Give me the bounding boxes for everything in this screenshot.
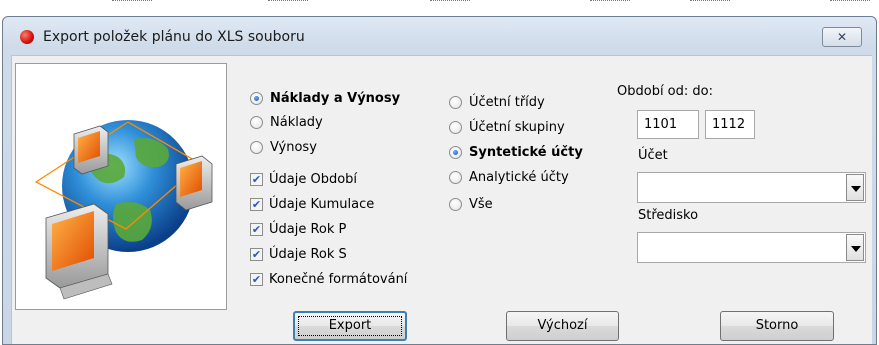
radio-label: Výnosy (270, 139, 317, 155)
checkbox[interactable]: ✔ (250, 197, 263, 211)
checkbox-label: Údaje Období (269, 171, 358, 187)
radio-ucetni-skupiny[interactable]: Účetní skupiny (449, 117, 565, 137)
checkbox-udaje-kumulace[interactable]: ✔ Údaje Kumulace (250, 194, 374, 214)
dialog-client-area: Náklady a Výnosy Náklady Výnosy ✔ Údaje … (11, 55, 872, 344)
window-title: Export položek plánu do XLS souboru (43, 29, 305, 45)
period-from-input[interactable]: 1101 (637, 110, 699, 139)
cancel-button-label: Storno (755, 318, 799, 333)
checkbox[interactable]: ✔ (250, 222, 263, 236)
checkbox-udaje-obdobi[interactable]: ✔ Údaje Období (250, 169, 357, 189)
network-globe-icon (34, 120, 213, 300)
radio-button[interactable] (250, 140, 263, 154)
radio-button[interactable] (449, 145, 462, 159)
radio-naklady[interactable]: Náklady (250, 112, 323, 132)
radio-label: Účetní třídy (469, 94, 545, 110)
center-label: Středisko (638, 208, 699, 223)
period-to-input[interactable]: 1112 (705, 110, 755, 139)
center-combo[interactable] (637, 232, 866, 263)
radio-label: Účetní skupiny (469, 119, 565, 135)
radio-label: Analytické účty (469, 169, 569, 185)
radio-label: Syntetické účty (469, 144, 583, 160)
account-combo[interactable] (637, 172, 866, 203)
radio-label: Náklady (270, 114, 323, 130)
radio-button[interactable] (449, 95, 462, 109)
default-button-label: Výchozí (537, 318, 588, 333)
export-button[interactable]: Export (293, 311, 407, 341)
radio-label: Náklady a Výnosy (270, 90, 401, 106)
radio-button[interactable] (449, 120, 462, 134)
chevron-down-icon[interactable] (846, 234, 864, 261)
checkbox-udaje-rok-p[interactable]: ✔ Údaje Rok P (250, 219, 346, 239)
radio-label: Vše (469, 196, 493, 212)
radio-ucetni-tridy[interactable]: Účetní třídy (449, 92, 545, 112)
checkbox[interactable]: ✔ (250, 172, 263, 186)
radio-naklady-a-vynosy[interactable]: Náklady a Výnosy (250, 88, 400, 108)
checkbox-label: Údaje Rok P (269, 221, 347, 237)
close-button[interactable]: ✕ (822, 27, 862, 47)
checkbox-label: Údaje Rok S (269, 246, 347, 262)
radio-button[interactable] (449, 170, 462, 184)
network-globe-picture (15, 63, 227, 310)
export-button-label: Export (328, 318, 372, 333)
title-bar: Export položek plánu do XLS souboru ✕ (3, 17, 876, 53)
cancel-button[interactable]: Storno (720, 311, 834, 341)
radio-vse[interactable]: Vše (449, 194, 493, 214)
radio-button[interactable] (250, 91, 263, 105)
checkbox[interactable]: ✔ (250, 272, 263, 286)
checkbox-konecne-formatovani[interactable]: ✔ Konečné formátování (250, 269, 407, 289)
account-label: Účet (638, 148, 668, 163)
checkbox-label: Údaje Kumulace (269, 196, 375, 212)
export-dialog: Export položek plánu do XLS souboru ✕ Ná… (2, 16, 877, 345)
radio-synteticke-ucty[interactable]: Syntetické účty (449, 142, 583, 162)
checkbox-udaje-rok-s[interactable]: ✔ Údaje Rok S (250, 244, 347, 264)
default-button[interactable]: Výchozí (506, 311, 619, 341)
radio-button[interactable] (449, 197, 462, 211)
red-ball-icon (20, 30, 34, 44)
radio-button[interactable] (250, 115, 263, 129)
period-label: Období od: do: (617, 84, 713, 99)
close-icon: ✕ (836, 30, 848, 44)
checkbox[interactable]: ✔ (250, 247, 263, 261)
checkbox-label: Konečné formátování (269, 271, 408, 287)
chevron-down-icon[interactable] (846, 174, 864, 201)
radio-vynosy[interactable]: Výnosy (250, 137, 317, 157)
radio-analyticke-ucty[interactable]: Analytické účty (449, 167, 569, 187)
